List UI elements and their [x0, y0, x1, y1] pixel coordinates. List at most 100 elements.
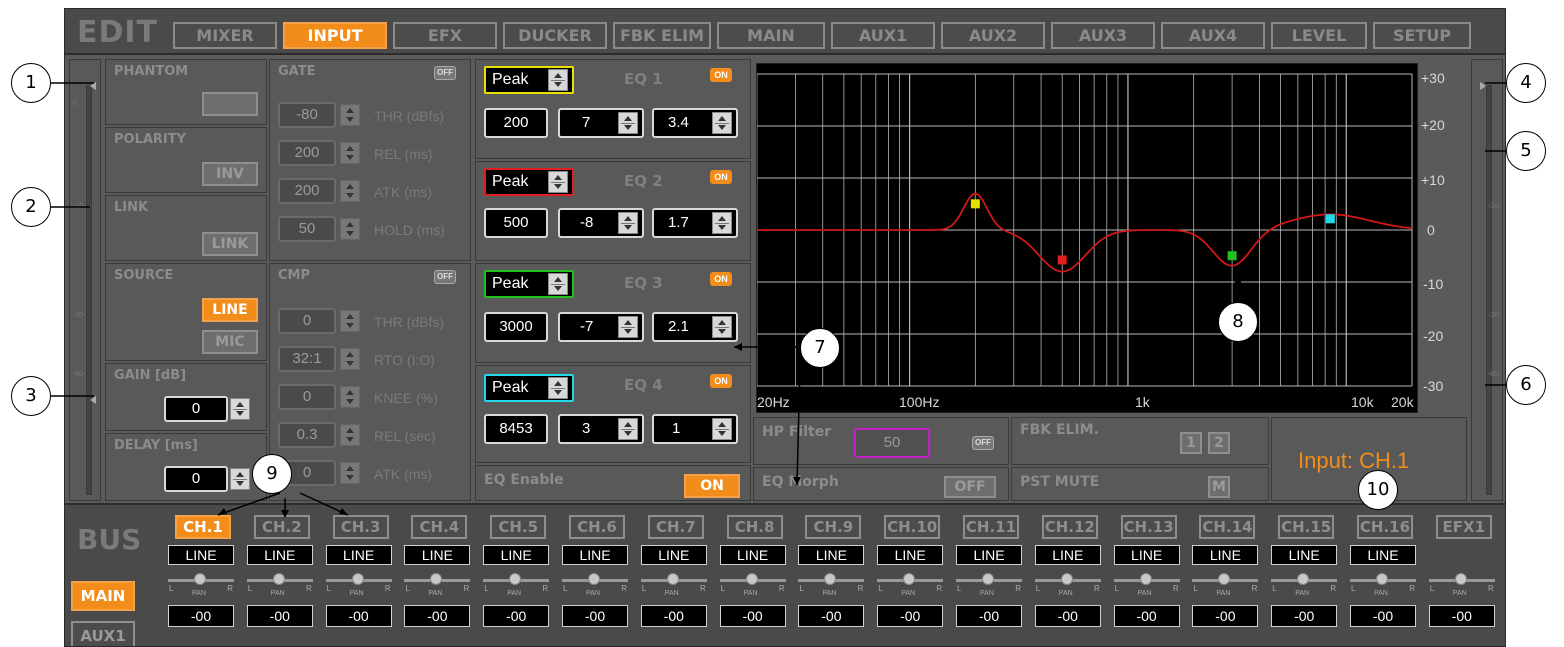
eq2-type-stepper[interactable]	[548, 171, 568, 193]
input-threshold-marker-icon[interactable]	[90, 396, 96, 404]
channel-select-button[interactable]: CH.15	[1278, 515, 1335, 539]
channel-source-display[interactable]: LINE	[483, 545, 550, 565]
tab-efx[interactable]: EFX	[393, 22, 497, 49]
eq-band-handle-4[interactable]	[1325, 214, 1335, 224]
channel-select-button[interactable]: CH.13	[1120, 515, 1177, 539]
channel-select-button[interactable]: CH.3	[332, 515, 389, 539]
pan-slider[interactable]: L R PAN	[1350, 570, 1416, 600]
channel-source-display[interactable]: LINE	[1271, 545, 1338, 565]
cmp-rel-field[interactable]: 0.3	[278, 422, 336, 448]
cmp-thr-stepper[interactable]	[340, 310, 360, 332]
pan-knob[interactable]	[903, 573, 916, 585]
tab-level[interactable]: LEVEL	[1271, 22, 1367, 49]
channel-level-field[interactable]: -00	[1192, 605, 1259, 627]
output-level-marker-icon[interactable]	[1480, 82, 1486, 90]
eq2-freq-field[interactable]: 500	[484, 208, 548, 238]
cmp-thr-field[interactable]: 0	[278, 308, 336, 334]
cmp-rto-field[interactable]: 32:1	[278, 346, 336, 372]
inv-button[interactable]: INV	[202, 162, 258, 186]
pan-slider[interactable]: L R PAN	[483, 570, 550, 600]
channel-select-button[interactable]: CH.10	[884, 515, 941, 539]
channel-level-field[interactable]: -00	[1113, 605, 1180, 627]
pan-slider[interactable]: L R PAN	[325, 570, 392, 600]
channel-level-field[interactable]: -00	[562, 605, 628, 627]
channel-select-button[interactable]: CH.7	[647, 515, 704, 539]
tab-fbk-elim[interactable]: FBK ELIM	[613, 22, 711, 49]
channel-level-field[interactable]: -00	[404, 605, 471, 627]
pan-slider[interactable]: L R PAN	[877, 570, 944, 600]
pan-slider[interactable]: L R PAN	[562, 570, 628, 600]
gate-thr-field[interactable]: -80	[278, 102, 336, 128]
pan-knob[interactable]	[982, 573, 994, 585]
hp-filter-field[interactable]: 50	[854, 428, 930, 458]
gate-hold-field[interactable]: 50	[278, 216, 336, 242]
pan-slider[interactable]: L R PAN	[1428, 570, 1495, 600]
channel-source-display[interactable]: LINE	[1034, 545, 1101, 565]
channel-source-display[interactable]: LINE	[1350, 545, 1416, 565]
eq-band-handle-2[interactable]	[1057, 255, 1067, 265]
fbk-elim-1-button[interactable]: 1	[1180, 432, 1202, 454]
pan-knob[interactable]	[1376, 573, 1388, 585]
eq-response-graph[interactable]: +30 +20 +10 0 -10 -20 -30 20Hz 100Hz 1k …	[756, 63, 1445, 413]
tab-aux1[interactable]: AUX1	[831, 22, 935, 49]
channel-level-field[interactable]: -00	[1271, 605, 1338, 627]
pan-knob[interactable]	[666, 573, 679, 585]
eq3-toggle[interactable]: ON	[710, 272, 732, 286]
tab-aux4[interactable]: AUX4	[1161, 22, 1265, 49]
eq4-gain-stepper[interactable]	[618, 418, 638, 440]
gate-thr-stepper[interactable]	[340, 104, 360, 126]
gain-field[interactable]: 0	[164, 396, 228, 422]
eq3-q-stepper[interactable]	[712, 316, 732, 338]
channel-select-button[interactable]: CH.11	[963, 515, 1019, 539]
channel-level-field[interactable]: -00	[1034, 605, 1101, 627]
pst-mute-button[interactable]: M	[1208, 476, 1230, 498]
channel-level-field[interactable]: -00	[956, 605, 1022, 627]
gate-atk-field[interactable]: 200	[278, 178, 336, 204]
channel-source-display[interactable]: LINE	[168, 545, 234, 565]
hp-filter-toggle[interactable]: OFF	[972, 436, 994, 450]
channel-source-display[interactable]: LINE	[1192, 545, 1259, 565]
input-level-marker-icon[interactable]	[90, 82, 96, 90]
pan-knob[interactable]	[194, 573, 206, 585]
cmp-toggle[interactable]: OFF	[434, 270, 456, 284]
channel-select-button[interactable]: CH.14	[1199, 515, 1256, 539]
source-line-button[interactable]: LINE	[202, 298, 258, 322]
link-button[interactable]: LINK	[202, 232, 258, 256]
eq4-q-stepper[interactable]	[712, 418, 732, 440]
gain-stepper[interactable]	[230, 398, 250, 420]
pan-slider[interactable]: L R PAN	[956, 570, 1022, 600]
channel-source-display[interactable]: LINE	[719, 545, 786, 565]
pan-slider[interactable]: L R PAN	[1271, 570, 1338, 600]
channel-level-field[interactable]: -00	[640, 605, 707, 627]
pan-knob[interactable]	[351, 573, 364, 585]
channel-source-display[interactable]: LINE	[246, 545, 313, 565]
pan-knob[interactable]	[745, 573, 758, 585]
eq3-type-stepper[interactable]	[548, 273, 568, 295]
tab-input[interactable]: INPUT	[283, 22, 387, 49]
eq-band-handle-3[interactable]	[1227, 251, 1237, 261]
eq1-gain-stepper[interactable]	[618, 112, 638, 134]
pan-knob[interactable]	[1454, 573, 1467, 585]
pan-slider[interactable]: L R PAN	[404, 570, 471, 600]
delay-stepper[interactable]	[230, 468, 250, 490]
pan-slider[interactable]: L R PAN	[1034, 570, 1101, 600]
eq-band-handle-1[interactable]	[970, 199, 980, 209]
pan-slider[interactable]: L R PAN	[640, 570, 707, 600]
bus-aux1-button[interactable]: AUX1	[71, 621, 135, 646]
eq4-freq-field[interactable]: 8453	[484, 414, 548, 444]
pan-knob[interactable]	[1297, 573, 1310, 585]
channel-select-button[interactable]: CH.2	[253, 515, 310, 539]
cmp-rel-stepper[interactable]	[340, 424, 360, 446]
eq-enable-button[interactable]: ON	[684, 474, 740, 498]
pan-knob[interactable]	[1218, 573, 1231, 585]
phantom-button[interactable]	[202, 92, 258, 116]
channel-source-display[interactable]: LINE	[798, 545, 865, 565]
gate-atk-stepper[interactable]	[340, 180, 360, 202]
channel-level-field[interactable]: -00	[168, 605, 234, 627]
delay-field[interactable]: 0	[164, 466, 228, 492]
cmp-knee-field[interactable]: 0	[278, 384, 336, 410]
source-mic-button[interactable]: MIC	[202, 330, 258, 354]
pan-slider[interactable]: L R PAN	[1113, 570, 1180, 600]
channel-source-display[interactable]: LINE	[562, 545, 628, 565]
channel-source-display[interactable]: LINE	[404, 545, 471, 565]
